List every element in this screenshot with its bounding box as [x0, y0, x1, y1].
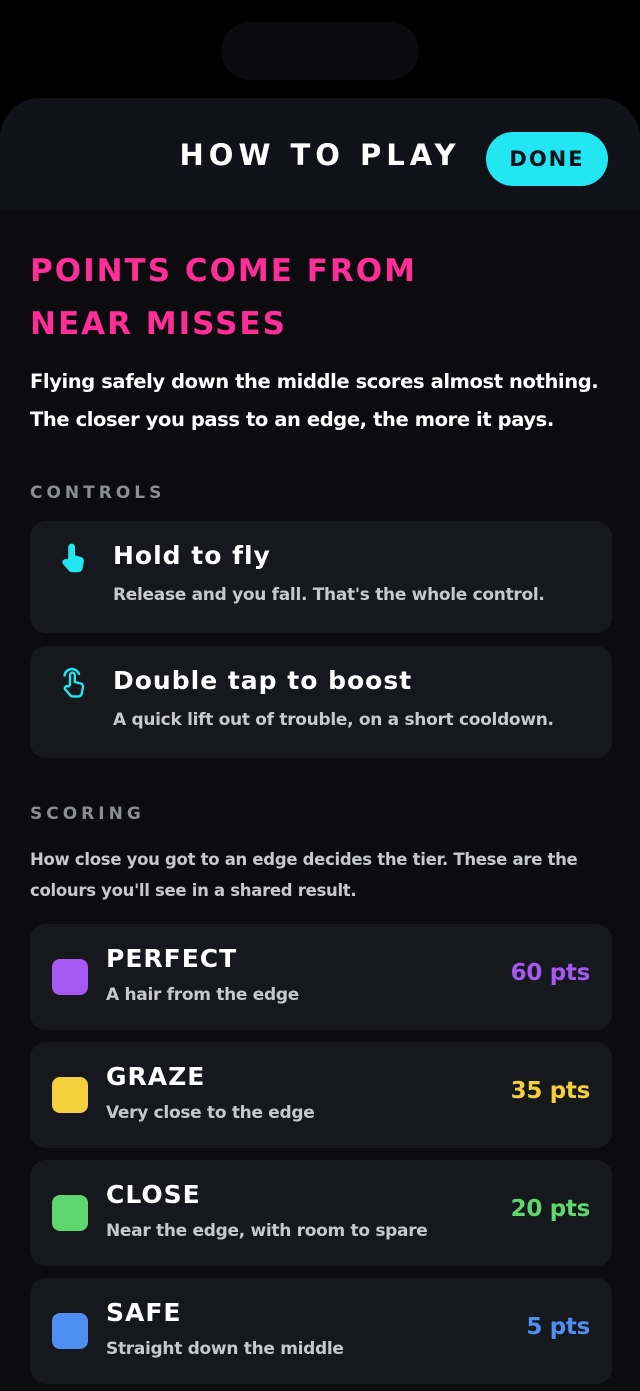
sheet-content[interactable]: POINTS COME FROM NEAR MISSES Flying safe… — [0, 245, 640, 1384]
tier-card-safe: SAFE Straight down the middle 5 pts — [30, 1278, 612, 1384]
tier-desc: A hair from the edge — [106, 985, 299, 1005]
tier-name: CLOSE — [106, 1180, 201, 1209]
screen: HOW TO PLAY DONE POINTS COME FROM NEAR M… — [0, 0, 640, 1391]
control-desc: A quick lift out of trouble, on a short … — [113, 710, 554, 730]
done-button[interactable]: DONE — [486, 132, 608, 186]
control-title: Double tap to boost — [113, 666, 413, 695]
tier-color-swatch — [52, 959, 88, 995]
tier-name: PERFECT — [106, 944, 238, 973]
tier-desc: Straight down the middle — [106, 1339, 344, 1359]
tier-points: 5 pts — [526, 1314, 590, 1340]
tier-name: GRAZE — [106, 1062, 206, 1091]
control-desc: Release and you fall. That's the whole c… — [113, 585, 545, 605]
hero-subtitle: Flying safely down the middle scores alm… — [30, 370, 599, 431]
tier-desc: Very close to the edge — [106, 1103, 315, 1123]
sheet-header: HOW TO PLAY DONE — [0, 98, 640, 211]
tier-points: 60 pts — [510, 960, 591, 986]
tier-name: SAFE — [106, 1298, 182, 1327]
controls-section-label: CONTROLS — [30, 483, 166, 503]
tier-desc: Near the edge, with room to spare — [106, 1221, 428, 1241]
how-to-play-sheet: HOW TO PLAY DONE POINTS COME FROM NEAR M… — [0, 98, 640, 1391]
tier-card-perfect: PERFECT A hair from the edge 60 pts — [30, 924, 612, 1030]
tier-color-swatch — [52, 1195, 88, 1231]
control-title: Hold to fly — [113, 541, 271, 570]
hand-pointer-icon — [62, 543, 84, 573]
dynamic-island — [221, 22, 419, 80]
control-card-boost: Double tap to boost A quick lift out of … — [30, 646, 612, 758]
control-card-hold: Hold to fly Release and you fall. That's… — [30, 521, 612, 633]
scoring-section-label: SCORING — [30, 804, 145, 824]
scoring-description: How close you got to an edge decides the… — [30, 850, 578, 900]
tier-card-graze: GRAZE Very close to the edge 35 pts — [30, 1042, 612, 1148]
tier-points: 20 pts — [510, 1196, 591, 1222]
tier-color-swatch — [52, 1077, 88, 1113]
tier-color-swatch — [52, 1313, 88, 1349]
tier-card-close: CLOSE Near the edge, with room to spare … — [30, 1160, 612, 1266]
hand-double-tap-icon — [63, 667, 85, 698]
hero-title: POINTS COME FROM NEAR MISSES — [30, 253, 417, 342]
tier-points: 35 pts — [510, 1078, 591, 1104]
